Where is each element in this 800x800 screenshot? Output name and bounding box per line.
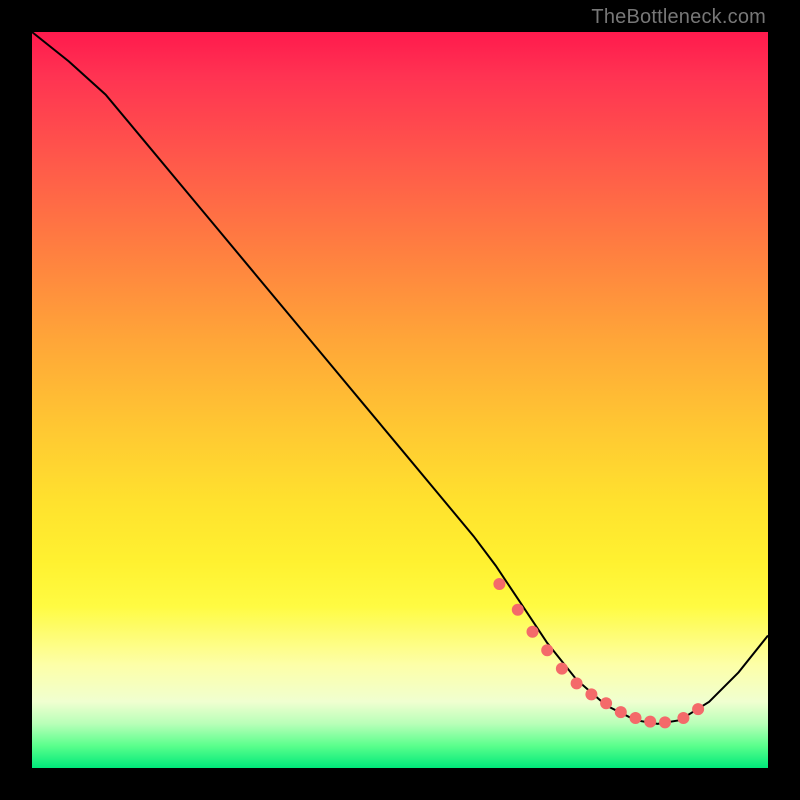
curve-marker-dot (541, 644, 553, 656)
curve-marker-dot (585, 688, 597, 700)
curve-markers (493, 578, 704, 728)
curve-marker-dot (600, 697, 612, 709)
bottleneck-curve (32, 32, 768, 724)
curve-marker-dot (677, 712, 689, 724)
curve-marker-dot (512, 604, 524, 616)
chart-frame: TheBottleneck.com (0, 0, 800, 800)
curve-marker-dot (493, 578, 505, 590)
curve-marker-dot (556, 663, 568, 675)
chart-svg (32, 32, 768, 768)
curve-marker-dot (615, 706, 627, 718)
curve-marker-dot (659, 716, 671, 728)
curve-marker-dot (644, 716, 656, 728)
curve-marker-dot (630, 712, 642, 724)
curve-marker-dot (527, 626, 539, 638)
curve-marker-dot (571, 677, 583, 689)
watermark-text: TheBottleneck.com (591, 6, 766, 29)
curve-marker-dot (692, 703, 704, 715)
